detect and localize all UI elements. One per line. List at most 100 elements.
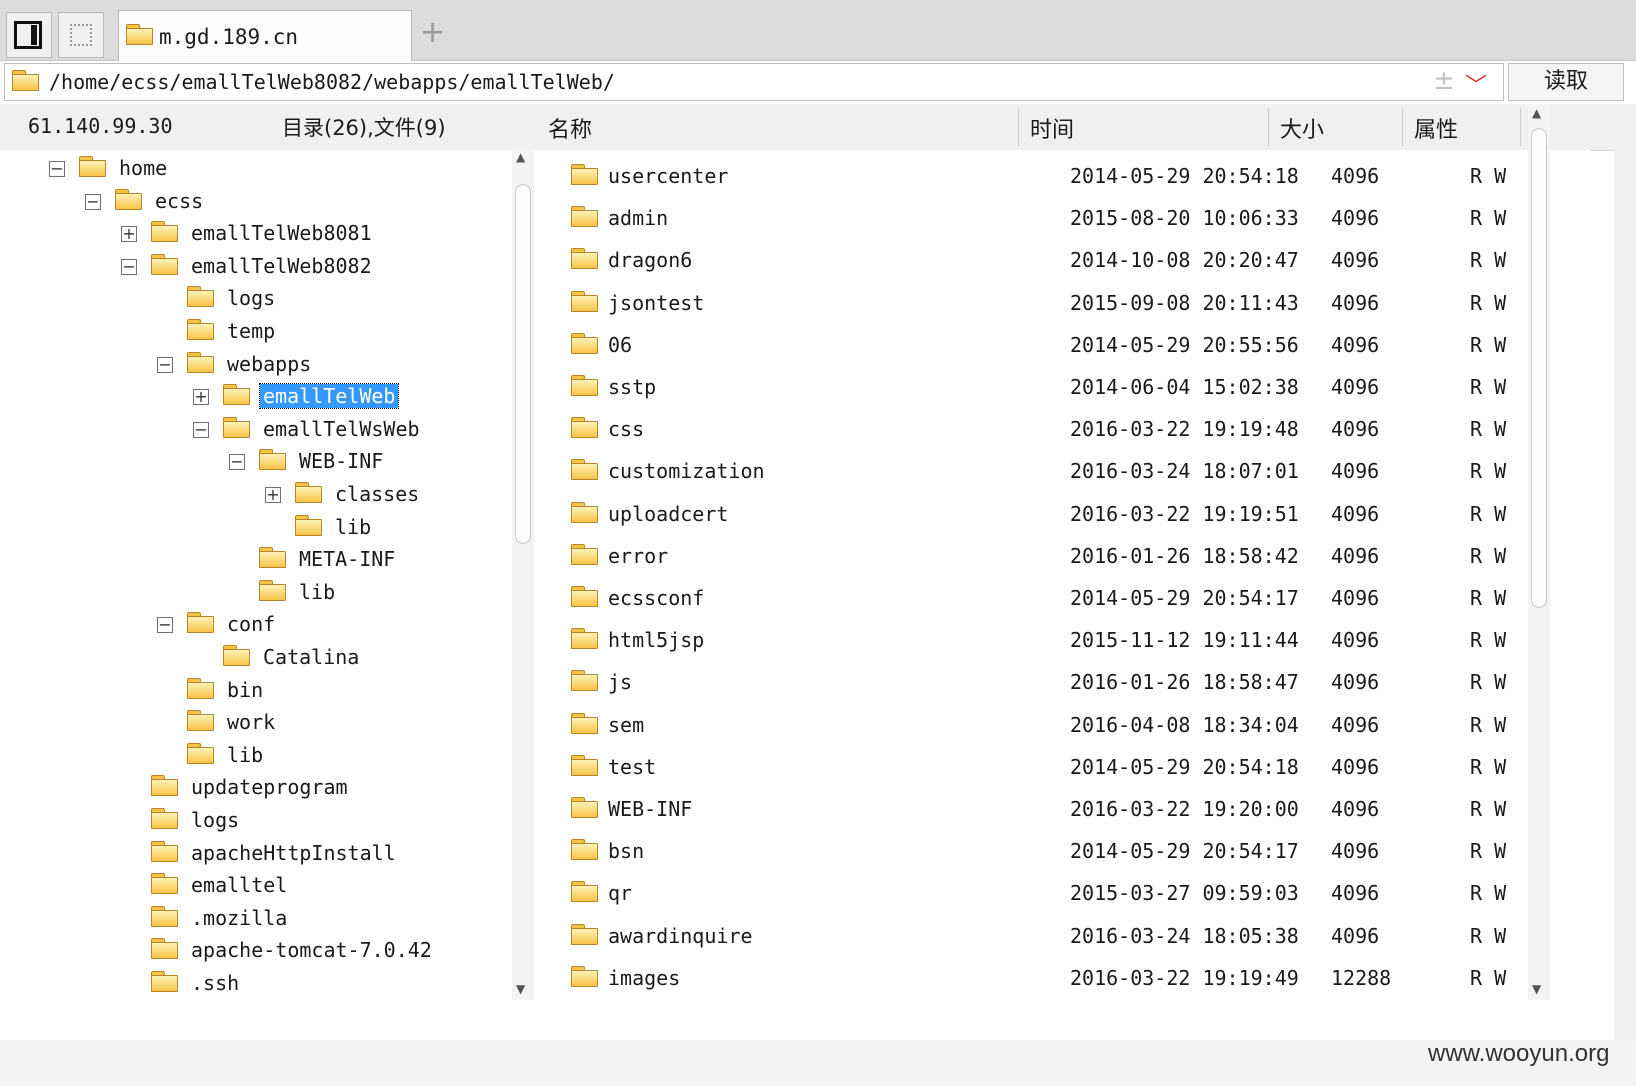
table-row[interactable]: css 2016-03-22 19:19:48 4096 R W <box>560 407 1590 451</box>
tree-item[interactable]: + emallTelWeb8081 <box>121 217 440 249</box>
tree-item[interactable]: .mozilla <box>150 902 440 934</box>
tree-scroll-thumb[interactable] <box>515 184 531 544</box>
scroll-up-icon[interactable]: ▲ <box>516 150 525 164</box>
table-row[interactable]: qr 2015-03-27 09:59:03 4096 R W <box>560 871 1590 915</box>
file-list-scrollbar[interactable]: ▲ ▼ <box>1528 104 1550 1000</box>
column-header-name[interactable]: 名称 <box>548 112 592 144</box>
folder-icon <box>570 754 600 777</box>
file-name: bsn <box>608 839 645 864</box>
expand-icon[interactable]: + <box>193 389 209 406</box>
table-row[interactable]: usercenter 2014-05-29 20:54:18 4096 R W <box>560 154 1590 198</box>
table-row[interactable]: html5jsp 2015-11-12 19:11:44 4096 R W <box>560 618 1590 662</box>
expand-icon[interactable]: + <box>121 226 137 243</box>
table-row[interactable]: admin 2015-08-20 10:06:33 4096 R W <box>560 196 1590 240</box>
collapse-icon[interactable]: − <box>157 356 173 373</box>
table-row[interactable]: error 2016-01-26 18:58:42 4096 R W <box>560 534 1590 578</box>
column-divider[interactable] <box>1018 108 1019 146</box>
column-header-time[interactable]: 时间 <box>1030 112 1074 144</box>
tree-item[interactable]: temp <box>186 315 440 347</box>
tree-item[interactable]: lib <box>294 511 440 543</box>
collapse-icon[interactable]: − <box>49 161 65 177</box>
folder-icon <box>570 586 600 608</box>
tree-item[interactable]: − emallTelWeb8082 <box>121 250 440 282</box>
tree-item[interactable]: + emallTelWeb <box>193 380 440 412</box>
table-row[interactable]: bsn 2014-05-29 20:54:17 4096 R W <box>560 829 1590 873</box>
table-row[interactable]: ecssconf 2014-05-29 20:54:17 4096 R W <box>560 576 1590 620</box>
tree-item[interactable]: − conf <box>157 608 440 640</box>
folder-icon <box>570 248 600 270</box>
tree-item[interactable]: lib <box>186 739 440 771</box>
tab-active[interactable]: m.gd.189.cn <box>118 10 412 61</box>
table-row[interactable]: sstp 2014-06-04 15:02:38 4096 R W <box>560 365 1590 409</box>
blank-tab-button[interactable] <box>58 12 104 58</box>
table-row[interactable]: 06 2014-05-29 20:55:56 4096 R W <box>560 323 1590 367</box>
scroll-down-icon[interactable]: ▼ <box>1532 982 1541 996</box>
file-time: 2015-09-08 20:11:43 <box>1070 290 1299 315</box>
tree-item[interactable]: work <box>186 706 440 738</box>
tree-scrollbar[interactable]: ▲ ▼ <box>512 150 534 1000</box>
tree-item[interactable]: − emallTelWsWeb <box>193 413 440 445</box>
tree-item[interactable]: + classes <box>265 478 440 510</box>
collapse-icon[interactable]: − <box>193 421 209 438</box>
collapse-icon[interactable]: − <box>121 258 137 275</box>
table-row[interactable]: images 2016-03-22 19:19:49 12288 R W <box>560 956 1590 1000</box>
folder-icon <box>570 839 600 861</box>
file-list-scroll-thumb[interactable] <box>1531 128 1547 608</box>
tree-item[interactable]: − WEB-INF <box>229 445 440 477</box>
chevron-down-icon[interactable]: ﹀ <box>1465 68 1487 100</box>
tree-item[interactable]: emalltel <box>150 869 440 901</box>
tree-item[interactable]: META-INF <box>258 543 440 575</box>
file-name: sstp <box>608 375 657 399</box>
path-input[interactable]: /home/ecss/emallTelWeb8082/webapps/emall… <box>4 63 1504 101</box>
tree-item[interactable]: .ssh <box>150 967 440 999</box>
file-name: html5jsp <box>608 628 705 653</box>
tree-item[interactable]: apacheHttpInstall <box>150 837 440 869</box>
table-row[interactable]: js 2016-01-26 18:58:47 4096 R W <box>560 660 1590 704</box>
table-row[interactable]: WEB-INF 2016-03-22 19:20:00 4096 R W <box>560 787 1590 831</box>
read-button[interactable]: 读取 <box>1508 63 1624 101</box>
table-row[interactable]: jsontest 2015-09-08 20:11:43 4096 R W <box>560 281 1590 325</box>
tree-item[interactable]: lib <box>258 576 440 608</box>
tree-item[interactable]: updateprogram <box>150 771 440 803</box>
tree-item[interactable]: Catalina <box>222 641 440 673</box>
tree-item-label: bin <box>227 677 264 702</box>
column-divider[interactable] <box>1268 108 1269 146</box>
table-row[interactable]: test 2014-05-29 20:54:18 4096 R W <box>560 745 1590 789</box>
panel-toggle-button[interactable] <box>6 12 52 58</box>
collapse-icon[interactable]: − <box>157 617 173 634</box>
folder-icon <box>294 482 324 504</box>
tree-item[interactable]: logs <box>186 282 440 314</box>
scroll-up-icon[interactable]: ▲ <box>1532 106 1541 120</box>
directory-tree[interactable]: − home − ecss + emallTelWeb8081 − emallTelWeb80… <box>0 150 560 1040</box>
column-divider[interactable] <box>1520 108 1521 146</box>
file-attr: R W <box>1470 797 1507 821</box>
table-row[interactable]: awardinquire 2016-03-24 18:05:38 4096 R W <box>560 914 1590 958</box>
scroll-down-icon[interactable]: ▼ <box>516 982 525 996</box>
folder-icon <box>186 710 216 732</box>
add-tab-button[interactable]: + <box>420 18 445 48</box>
folder-icon <box>125 24 155 46</box>
tree-item[interactable]: − ecss <box>85 185 440 217</box>
tree-item[interactable]: − home <box>49 152 440 184</box>
tree-item[interactable]: bin <box>186 674 440 706</box>
file-list[interactable]: usercenter 2014-05-29 20:54:18 4096 R Wadmi… <box>560 150 1590 1040</box>
table-row[interactable]: dragon6 2014-10-08 20:20:47 4096 R W <box>560 238 1590 282</box>
file-size: 4096 <box>1331 248 1380 273</box>
tree-item[interactable]: − webapps <box>157 348 440 380</box>
table-row[interactable]: uploadcert 2016-03-22 19:19:51 4096 R W <box>560 492 1590 536</box>
collapse-icon[interactable]: − <box>229 454 245 471</box>
file-size: 4096 <box>1331 501 1380 526</box>
column-header-attr[interactable]: 属性 <box>1414 112 1458 144</box>
collapse-icon[interactable]: − <box>85 193 101 210</box>
file-name: ecssconf <box>608 586 705 610</box>
pin-icon[interactable]: ± <box>1433 66 1455 96</box>
tree-item[interactable]: apache-tomcat-7.0.42 <box>150 934 440 966</box>
tree-item[interactable]: logs <box>150 804 440 836</box>
table-row[interactable]: sem 2016-04-08 18:34:04 4096 R W <box>560 703 1590 747</box>
column-divider[interactable] <box>1402 108 1403 146</box>
expand-icon[interactable]: + <box>265 487 281 503</box>
file-size: 4096 <box>1331 881 1380 906</box>
column-header-size[interactable]: 大小 <box>1280 112 1324 144</box>
table-row[interactable]: customization 2016-03-24 18:07:01 4096 R W <box>560 449 1590 493</box>
tree-item-label: emallTelWeb8082 <box>191 253 372 278</box>
